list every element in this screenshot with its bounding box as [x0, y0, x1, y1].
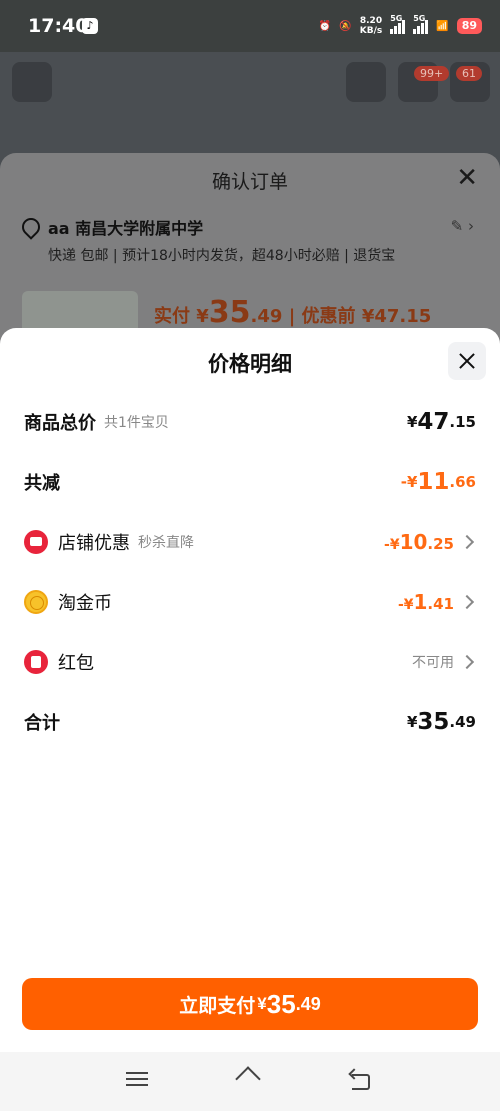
shop-discount-row[interactable]: 店铺优惠 秒杀直降 -¥10.25: [24, 526, 476, 558]
red-packet-status: 不可用: [412, 655, 454, 671]
address-row[interactable]: aa 南昌大学附属中学: [18, 214, 204, 240]
status-time: 17:40: [28, 15, 89, 37]
subtotal-amount: ¥35.49: [406, 709, 476, 735]
status-bar: 17:40 ♪ ⏰ 🔕 8.20 KB/s 5G 5G 📶 89: [0, 0, 500, 52]
back-icon[interactable]: [348, 1068, 376, 1094]
alarm-icon: ⏰: [318, 20, 332, 32]
chevron-right-icon: [459, 534, 475, 550]
order-price: 实付 ¥35.49 | 优惠前 ¥47.15: [154, 295, 432, 330]
cart-badge: 99+: [414, 66, 450, 81]
gold-coin-amount: -¥1.41: [397, 590, 454, 614]
mute-icon: 🔕: [339, 20, 352, 32]
order-confirm-sheet: 确认订单 ✕ aa 南昌大学附属中学 ✎ › 快递 包邮 | 预计18小时内发货…: [0, 153, 500, 353]
delivery-info: 快递 包邮 | 预计18小时内发货，超48小时必赔 | 退货宝: [48, 248, 396, 264]
tiktok-icon: ♪: [82, 18, 98, 34]
total-reduction-amount: -¥ 11.66: [400, 469, 476, 495]
net-speed: 8.20 KB/s: [359, 16, 383, 36]
wifi-icon: 📶: [436, 20, 449, 32]
location-icon: [18, 214, 44, 240]
system-nav-bar: [0, 1052, 500, 1111]
store-icon: [24, 530, 48, 554]
total-price-amount: ¥47.15: [406, 409, 476, 435]
shop-discount-amount: -¥10.25: [384, 530, 454, 554]
red-packet-icon: [24, 650, 48, 674]
order-title: 确认订单: [211, 171, 288, 193]
signal-icon: 5G: [390, 14, 406, 34]
red-packet-row[interactable]: 红包 不可用: [24, 646, 476, 678]
message-badge: 61: [456, 66, 482, 81]
status-icons: ⏰ 🔕 8.20 KB/s 5G 5G 📶 89: [318, 14, 482, 37]
pay-now-button[interactable]: 立即支付 ¥ 35 .49: [22, 978, 478, 1030]
chevron-right-icon: [459, 654, 475, 670]
coin-icon: [24, 590, 48, 614]
sheet-title: 价格明细: [208, 352, 292, 376]
home-icon[interactable]: [236, 1068, 264, 1094]
total-reduction-row: 共减 -¥ 11.66: [24, 469, 476, 495]
close-button[interactable]: [448, 342, 486, 380]
signal-icon: 5G: [413, 14, 429, 34]
subtotal-row: 合计 ¥35.49: [24, 709, 476, 735]
address-name: aa 南昌大学附属中学: [48, 219, 204, 238]
battery-indicator: 89: [456, 18, 482, 34]
gold-coin-row[interactable]: 淘金币 -¥1.41: [24, 586, 476, 618]
total-price-row: 商品总价 共1件宝贝 ¥47.15: [24, 409, 476, 435]
back-button[interactable]: [12, 62, 52, 102]
menu-icon[interactable]: [126, 1068, 154, 1094]
price-detail-sheet: 价格明细 商品总价 共1件宝贝 ¥47.15 共减 -¥ 11.66 店铺优惠 秒…: [0, 328, 500, 1052]
close-icon[interactable]: ✕: [456, 163, 478, 193]
chevron-right-icon: [459, 594, 475, 610]
edit-icon[interactable]: ✎ ›: [451, 217, 474, 235]
share-button[interactable]: [346, 62, 386, 102]
